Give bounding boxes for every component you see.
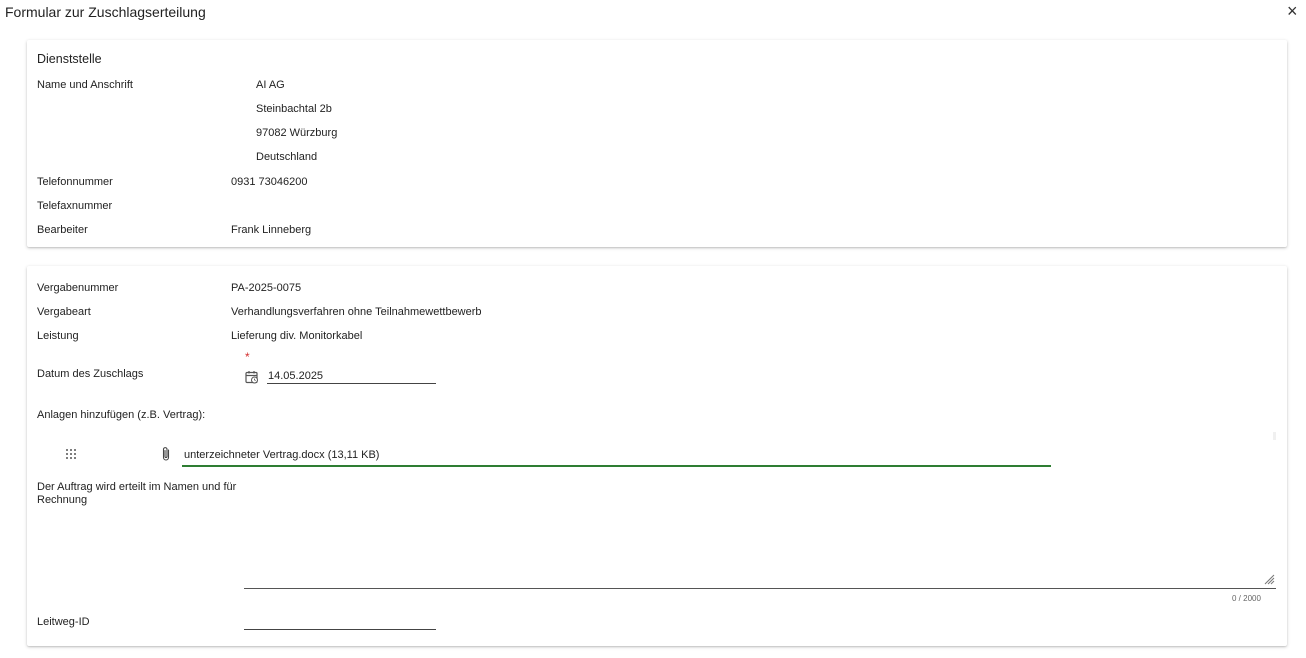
address-line-3: 97082 Würzburg: [256, 127, 338, 139]
handler-label: Bearbeiter: [37, 224, 88, 236]
required-marker: *: [245, 350, 250, 364]
handler-value: Frank Linneberg: [231, 224, 312, 236]
vergabenummer-value: PA-2025-0075: [231, 282, 302, 294]
date-input[interactable]: 14.05.2025: [268, 370, 323, 382]
name-address-label: Name und Anschrift: [37, 79, 133, 91]
address-line-2: Steinbachtal 2b: [256, 103, 332, 115]
paperclip-icon: [162, 447, 170, 461]
phone-value: 0931 73046200: [231, 176, 308, 188]
date-label: Datum des Zuschlags: [37, 368, 144, 380]
textarea-underline: [244, 588, 1276, 589]
order-label: Der Auftrag wird erteilt im Namen und fü…: [37, 481, 237, 506]
address-line-1: AI AG: [256, 79, 285, 91]
vergabeart-value: Verhandlungsverfahren ohne Teilnahmewett…: [231, 306, 482, 318]
resize-handle-icon[interactable]: [1264, 574, 1275, 585]
leitweg-underline: [244, 629, 436, 630]
vergabenummer-label: Vergabenummer: [37, 282, 119, 294]
phone-label: Telefonnummer: [37, 176, 113, 188]
close-icon[interactable]: ×: [1287, 1, 1298, 21]
vergabeart-label: Vergabeart: [37, 306, 91, 318]
dienststelle-card: Dienststelle Name und Anschrift AI AG St…: [27, 40, 1287, 247]
drag-handle-icon[interactable]: [65, 448, 77, 460]
scrollbar: [1273, 432, 1276, 440]
calendar-icon[interactable]: [245, 370, 259, 384]
date-underline: [267, 383, 436, 384]
fax-label: Telefaxnummer: [37, 200, 113, 212]
leistung-label: Leistung: [37, 330, 79, 342]
section-title: Dienststelle: [37, 52, 102, 66]
vergabe-card: Vergabenummer PA-2025-0075 Vergabeart Ve…: [27, 266, 1287, 646]
leitweg-label: Leitweg-ID: [37, 616, 90, 628]
character-counter: 0 / 2000: [1232, 594, 1261, 603]
attachments-label: Anlagen hinzufügen (z.B. Vertrag):: [37, 409, 206, 421]
leistung-value: Lieferung div. Monitorkabel: [231, 330, 363, 342]
dialog-header: Formular zur Zuschlagserteilung ×: [0, 0, 1306, 24]
dialog-title: Formular zur Zuschlagserteilung: [5, 4, 206, 20]
attachment-underline: [182, 465, 1051, 467]
address-line-4: Deutschland: [256, 151, 318, 163]
attachment-file[interactable]: unterzeichneter Vertrag.docx (13,11 KB): [184, 449, 379, 461]
